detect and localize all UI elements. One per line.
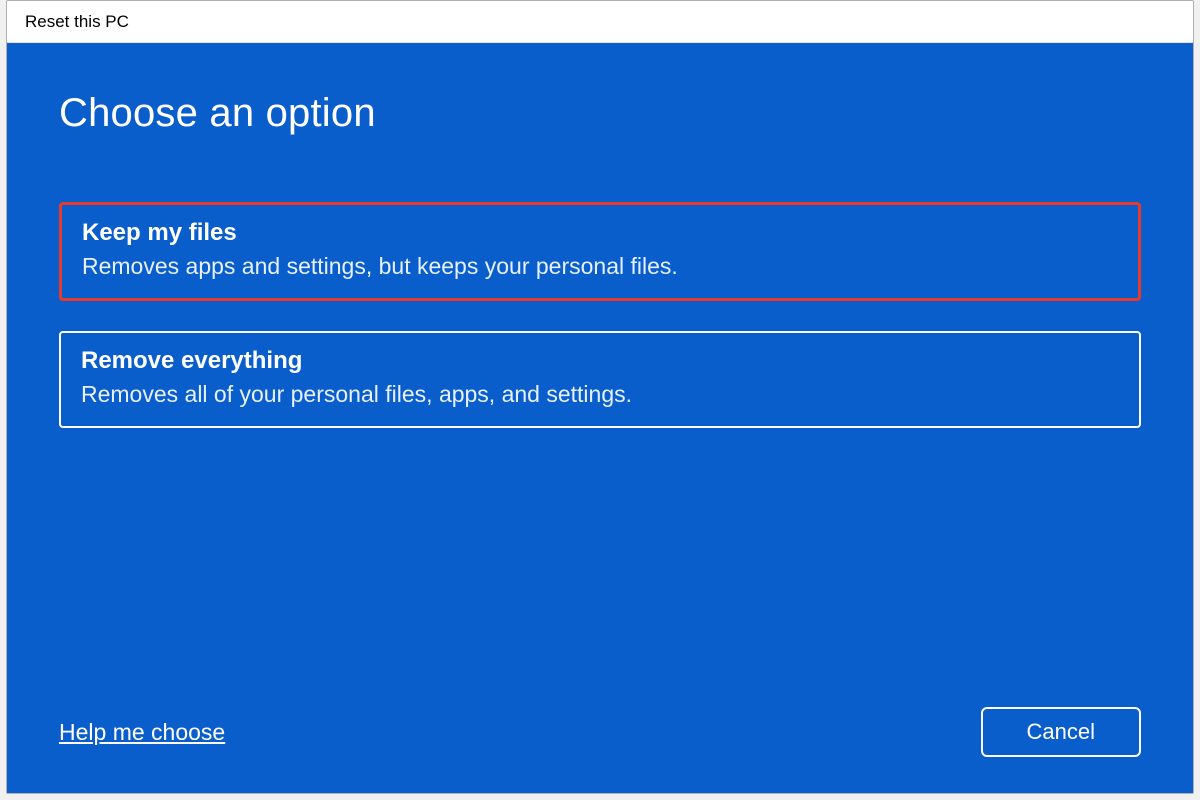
window-title: Reset this PC — [25, 12, 129, 32]
content-area: Choose an option Keep my files Removes a… — [7, 43, 1193, 793]
option-remove-everything[interactable]: Remove everything Removes all of your pe… — [59, 331, 1141, 428]
option-title: Remove everything — [81, 347, 1119, 375]
dialog-footer: Help me choose Cancel — [59, 707, 1141, 757]
cancel-button[interactable]: Cancel — [981, 707, 1141, 757]
help-me-choose-link[interactable]: Help me choose — [59, 719, 225, 746]
option-description: Removes all of your personal files, apps… — [81, 381, 1119, 408]
page-heading: Choose an option — [59, 91, 1141, 136]
option-description: Removes apps and settings, but keeps you… — [82, 253, 1118, 280]
reset-pc-window: Reset this PC Choose an option Keep my f… — [6, 0, 1194, 794]
window-titlebar: Reset this PC — [7, 1, 1193, 43]
option-keep-my-files[interactable]: Keep my files Removes apps and settings,… — [59, 202, 1141, 301]
options-list: Keep my files Removes apps and settings,… — [59, 202, 1141, 428]
option-title: Keep my files — [82, 219, 1118, 247]
